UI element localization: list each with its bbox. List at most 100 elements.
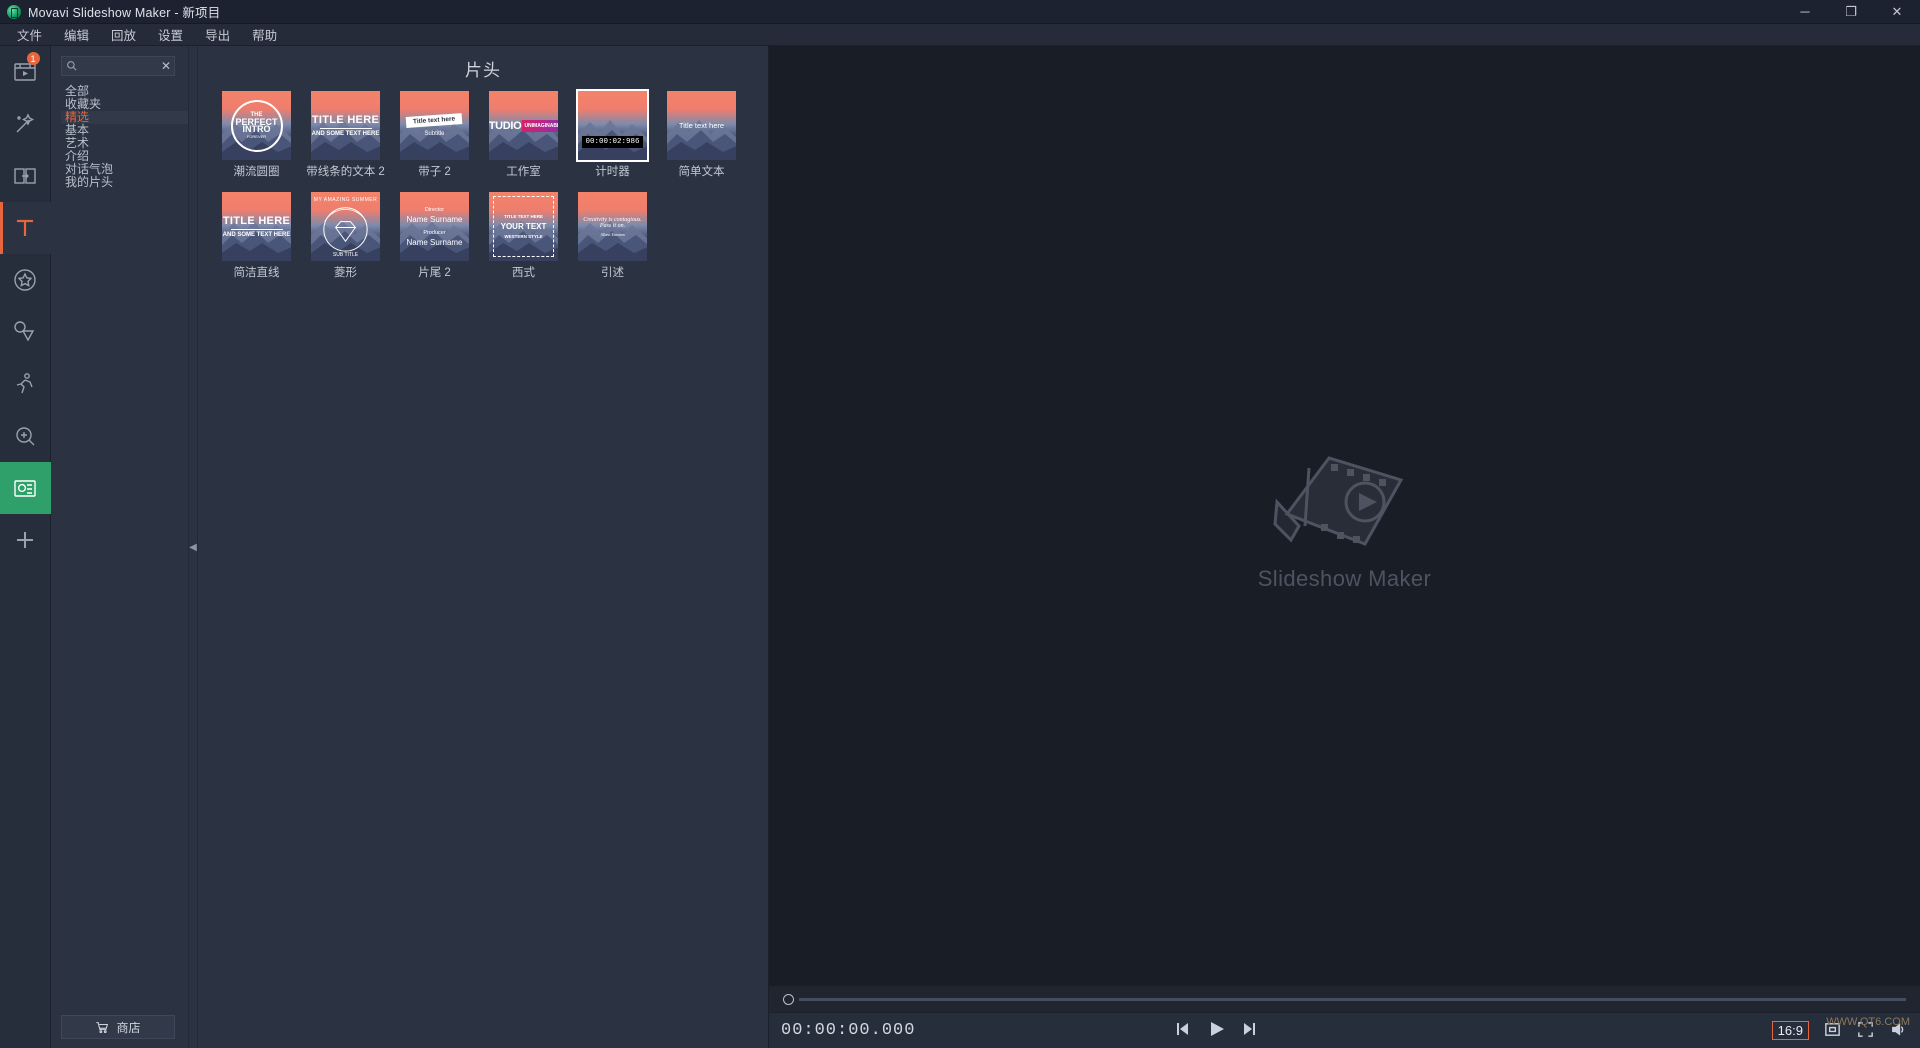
running-man-icon xyxy=(16,373,33,394)
player-controls-bar: 00:00:00.000 16:9 xyxy=(769,1012,1920,1048)
window-title: Movavi Slideshow Maker - 新项目 xyxy=(28,6,221,20)
title-thumbnail[interactable]: Creativity is contagious. Pass it on. Albe… xyxy=(568,192,657,279)
pan-zoom-icon xyxy=(16,427,35,446)
seek-knob[interactable] xyxy=(783,993,794,1005)
plus-icon xyxy=(17,532,33,548)
title-thumbnail-image[interactable]: Creativity is contagious. Pass it on. Albe… xyxy=(578,192,647,261)
title-thumbnail[interactable]: TITLE HERE AND SOME TEXT HERE 简洁直线 xyxy=(212,192,301,279)
thumb-text: INTRO xyxy=(242,123,271,134)
sidebar-filters[interactable] xyxy=(0,98,51,150)
title-thumbnail-image[interactable]: THE PERFECT INTRO FOREVER xyxy=(222,91,291,160)
title-thumbnail[interactable]: TITLE HERE AND SOME TEXT HERE 带线条的文本 2 xyxy=(301,91,390,178)
skip-next-icon[interactable] xyxy=(1240,1019,1260,1042)
store-button[interactable]: 商店 xyxy=(61,1015,175,1039)
thumb-text: MY AMAZING SUMMER xyxy=(313,197,378,203)
thumb-text: YOUR TEXT xyxy=(500,222,547,231)
title-thumbnail-image[interactable]: Title text here xyxy=(667,91,736,160)
title-thumbnail[interactable]: STUDIOUNIMAGINABLE 工作室 xyxy=(479,91,568,178)
preview-panel: Slideshow Maker 00:00:00.000 16:9 xyxy=(769,46,1920,1048)
search-box[interactable]: ✕ xyxy=(61,56,175,76)
title-thumbnail-image[interactable]: 00:00:02:986 xyxy=(576,89,649,162)
search-input[interactable] xyxy=(78,60,156,72)
sidebar-highlight[interactable] xyxy=(0,462,51,514)
left-tool-rail: 1 xyxy=(0,46,51,1048)
title-thumbnail-label: 菱形 xyxy=(334,267,357,279)
transitions-icon xyxy=(14,168,36,184)
movavi-logo-icon xyxy=(7,4,21,19)
player-placeholder-label: Slideshow Maker xyxy=(1257,566,1432,591)
title-thumbnail-image[interactable]: Title text here Subtitle xyxy=(400,91,469,160)
title-thumbnail[interactable]: Title text here Subtitle 带子 2 xyxy=(390,91,479,178)
film-play-icon xyxy=(1273,456,1404,546)
title-thumbnail[interactable]: Director Name Surname Producer Name Surname… xyxy=(390,192,479,279)
sidebar-import[interactable]: 1 xyxy=(0,46,51,98)
app-body: 1 ✕ 全部收藏夹精选基本艺术介绍对话气泡我的片头 商店 ◀ 片头 xyxy=(0,46,1920,1048)
shapes-icon xyxy=(14,321,35,342)
title-thumbnail[interactable]: TITLE TEXT HERE YOUR TEXT WESTERN STYLE 西式 xyxy=(479,192,568,279)
cart-icon xyxy=(96,1021,109,1033)
thumb-text: Name Surname xyxy=(406,237,463,247)
player-viewport[interactable]: Slideshow Maker xyxy=(769,46,1920,986)
menu-edit[interactable]: 编辑 xyxy=(53,23,100,46)
title-thumbnail-label: 引述 xyxy=(601,267,624,279)
title-thumbnail[interactable]: MY AMAZING SUMMER SUB TITLE 菱形 xyxy=(301,192,390,279)
sidebar-transitions[interactable] xyxy=(0,150,51,202)
title-thumbnail-label: 带线条的文本 2 xyxy=(306,166,385,178)
maximize-button[interactable]: ❐ xyxy=(1828,0,1874,24)
thumb-text: Subtitle xyxy=(424,130,445,137)
sidebar-animation[interactable] xyxy=(0,358,51,410)
seek-track[interactable] xyxy=(799,997,1906,1001)
highlight-conceal-icon xyxy=(14,480,36,497)
thumb-text: UNIMAGINABLE xyxy=(522,119,558,132)
sidebar-pan-zoom[interactable] xyxy=(0,410,51,462)
thumb-text: AND SOME TEXT HERE xyxy=(311,131,380,138)
window-controls: ─ ❐ ✕ xyxy=(1782,0,1920,24)
text-t-icon xyxy=(17,219,33,236)
category-spacer xyxy=(61,189,188,1015)
title-thumbnail-image[interactable]: TITLE HERE AND SOME TEXT HERE xyxy=(222,192,291,261)
menu-settings[interactable]: 设置 xyxy=(147,23,194,46)
title-thumbnail[interactable]: THE PERFECT INTRO FOREVER 潮流圆圈 xyxy=(212,91,301,178)
collapse-browser-handle[interactable]: ◀ xyxy=(188,46,198,1048)
sidebar-stickers[interactable] xyxy=(0,254,51,306)
player-timecode[interactable]: 00:00:00.000 xyxy=(781,1021,915,1040)
play-icon[interactable] xyxy=(1206,1019,1226,1042)
search-icon xyxy=(67,61,77,71)
menu-playback[interactable]: 回放 xyxy=(100,23,147,46)
title-thumbnail-image[interactable]: TITLE HERE AND SOME TEXT HERE xyxy=(311,91,380,160)
sidebar-shapes[interactable] xyxy=(0,306,51,358)
seek-bar[interactable] xyxy=(769,986,1920,1012)
thumb-text: Title text here xyxy=(406,112,463,128)
thumb-text: FOREVER xyxy=(246,133,267,139)
transport-controls xyxy=(1172,1019,1260,1042)
thumb-text: TITLE TEXT HERE xyxy=(503,214,543,219)
menu-export[interactable]: 导出 xyxy=(194,23,241,46)
player-placeholder: Slideshow Maker xyxy=(1258,440,1432,592)
import-badge: 1 xyxy=(26,52,40,65)
title-thumbnail-label: 潮流圆圈 xyxy=(233,166,280,178)
menu-file[interactable]: 文件 xyxy=(6,23,53,46)
aspect-ratio-button[interactable]: 16:9 xyxy=(1771,1021,1809,1040)
title-thumbnail-image[interactable]: STUDIOUNIMAGINABLE xyxy=(489,91,558,160)
thumb-text: Albert Einstein xyxy=(600,231,625,237)
thumb-text: Director xyxy=(424,206,445,213)
thumb-text: WESTERN STYLE xyxy=(504,234,543,239)
magic-wand-icon xyxy=(16,113,35,133)
title-thumbnail-image[interactable]: Director Name Surname Producer Name Surname xyxy=(400,192,469,261)
title-thumbnail-image[interactable]: TITLE TEXT HERE YOUR TEXT WESTERN STYLE xyxy=(489,192,558,261)
title-thumbnail-image[interactable]: MY AMAZING SUMMER SUB TITLE xyxy=(311,192,380,261)
title-thumbnail[interactable]: Title text here 简单文本 xyxy=(657,91,746,178)
clear-search-icon[interactable]: ✕ xyxy=(161,59,171,73)
titles-browser-panel: ✕ 全部 收藏夹 精选 基本 艺术 介绍 对话气泡 我的片头 商店 ◀ 片头 THE PERFE… xyxy=(51,46,769,1048)
sidebar-titles[interactable] xyxy=(0,202,51,254)
thumb-text: Pass it on. xyxy=(599,222,626,229)
minimize-button[interactable]: ─ xyxy=(1782,0,1828,24)
close-button[interactable]: ✕ xyxy=(1874,0,1920,24)
store-button-label: 商店 xyxy=(116,1020,141,1035)
title-thumbnail[interactable]: 00:00:02:986 计时器 xyxy=(568,89,657,178)
menu-help[interactable]: 帮助 xyxy=(241,23,288,46)
skip-previous-icon[interactable] xyxy=(1172,1019,1192,1042)
category-item[interactable]: 我的片头 xyxy=(61,176,188,189)
sidebar-more[interactable] xyxy=(0,514,51,566)
thumb-text: STUDIO xyxy=(489,119,522,132)
